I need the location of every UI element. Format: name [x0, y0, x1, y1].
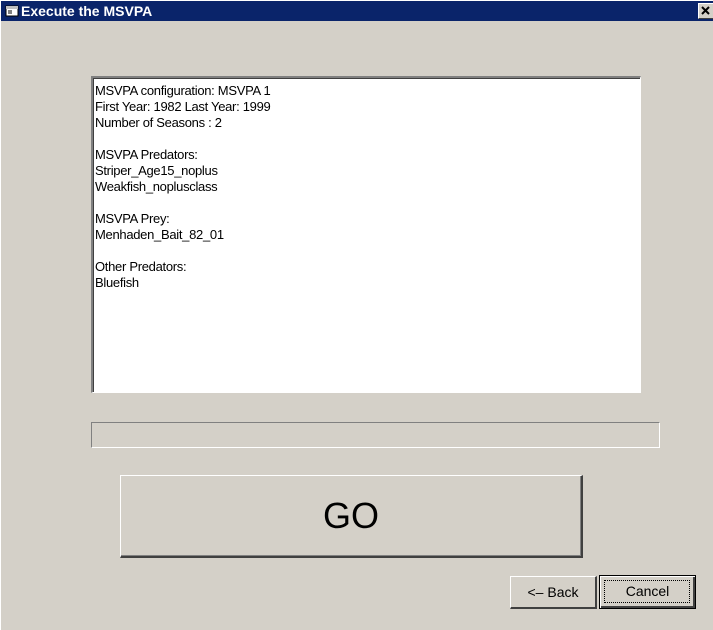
summary-line: MSVPA Predators: — [95, 147, 198, 162]
progress-bar — [91, 422, 660, 448]
summary-line: Striper_Age15_noplus — [95, 163, 218, 178]
summary-line: Weakfish_noplusclass — [95, 179, 218, 194]
summary-line: Number of Seasons : 2 — [95, 115, 222, 130]
app-window-icon — [5, 4, 19, 18]
execute-msvpa-window: Execute the MSVPA MSVPA configuration: M… — [0, 0, 713, 630]
summary-line: Bluefish — [95, 275, 139, 290]
back-button[interactable]: <– Back — [510, 576, 597, 609]
close-button[interactable] — [698, 3, 713, 19]
configuration-summary-box[interactable]: MSVPA configuration: MSVPA 1 First Year: … — [91, 76, 641, 393]
summary-line: First Year: 1982 Last Year: 1999 — [95, 99, 271, 114]
summary-line: MSVPA Prey: — [95, 211, 170, 226]
window-title: Execute the MSVPA — [21, 3, 153, 19]
cancel-button[interactable]: Cancel — [599, 575, 696, 609]
go-button[interactable]: GO — [120, 475, 583, 558]
summary-line: MSVPA configuration: MSVPA 1 — [95, 83, 271, 98]
cancel-button-label: Cancel — [625, 583, 670, 599]
summary-line: Other Predators: — [95, 259, 187, 274]
summary-line: Menhaden_Bait_82_01 — [95, 227, 224, 242]
title-bar[interactable]: Execute the MSVPA — [1, 1, 713, 21]
